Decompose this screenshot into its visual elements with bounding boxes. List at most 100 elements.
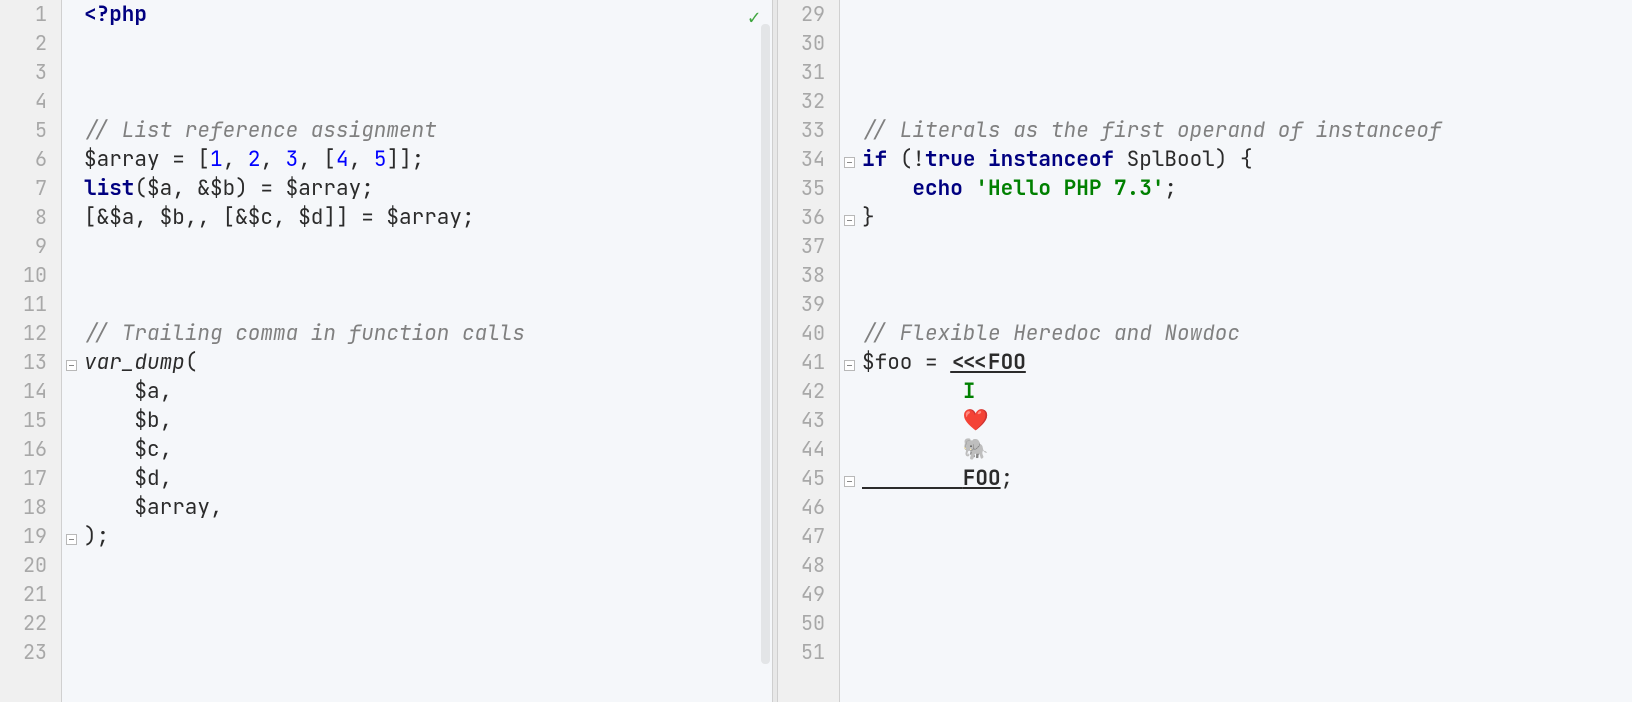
code-line[interactable] [84,551,772,580]
code-line[interactable] [862,580,1632,609]
line-number[interactable]: 17 [0,464,61,493]
fold-end-icon[interactable] [844,476,855,487]
line-number[interactable]: 23 [0,638,61,667]
fold-open-icon[interactable] [844,360,855,371]
code-line[interactable] [84,232,772,261]
code-line[interactable] [84,290,772,319]
fold-open-icon[interactable] [66,360,77,371]
code-line[interactable] [862,522,1632,551]
line-number[interactable]: 21 [0,580,61,609]
line-number[interactable]: 36 [778,203,839,232]
line-number[interactable]: 39 [778,290,839,319]
scrollbar-thumb-left[interactable] [761,24,770,664]
line-number[interactable]: 1 [0,0,61,29]
code-line[interactable]: var_dump( [84,348,772,377]
fold-end-icon[interactable] [66,534,77,545]
line-number[interactable]: 41 [778,348,839,377]
code-line[interactable]: $d, [84,464,772,493]
line-number[interactable]: 42 [778,377,839,406]
line-number[interactable]: 47 [778,522,839,551]
fold-open-icon[interactable] [844,157,855,168]
line-number[interactable]: 50 [778,609,839,638]
code-line[interactable] [84,87,772,116]
code-line[interactable]: } [862,203,1632,232]
code-line[interactable]: // List reference assignment [84,116,772,145]
line-number[interactable]: 35 [778,174,839,203]
line-number[interactable]: 20 [0,551,61,580]
line-number[interactable]: 44 [778,435,839,464]
line-number[interactable]: 14 [0,377,61,406]
code-line[interactable]: $array, [84,493,772,522]
line-number[interactable]: 37 [778,232,839,261]
code-line[interactable]: $c, [84,435,772,464]
code-line[interactable]: [&$a, $b,, [&$c, $d]] = $array; [84,203,772,232]
code-line[interactable] [84,638,772,667]
code-line[interactable]: // Literals as the first operand of inst… [862,116,1632,145]
code-line[interactable]: list($a, &$b) = $array; [84,174,772,203]
code-line[interactable]: ❤️ [862,406,1632,435]
code-line[interactable]: 🐘 [862,435,1632,464]
line-number[interactable]: 40 [778,319,839,348]
line-number[interactable]: 11 [0,290,61,319]
line-number[interactable]: 15 [0,406,61,435]
line-gutter-left[interactable]: 1234567891011121314151617181920212223 [0,0,62,702]
line-number[interactable]: 31 [778,58,839,87]
code-line[interactable]: // Flexible Heredoc and Nowdoc [862,319,1632,348]
code-line[interactable]: $b, [84,406,772,435]
code-line[interactable] [862,87,1632,116]
line-number[interactable]: 5 [0,116,61,145]
line-number[interactable]: 8 [0,203,61,232]
line-number[interactable]: 18 [0,493,61,522]
line-number[interactable]: 30 [778,29,839,58]
line-number[interactable]: 48 [778,551,839,580]
code-line[interactable] [84,609,772,638]
code-line[interactable]: I [862,377,1632,406]
code-line[interactable] [84,29,772,58]
line-number[interactable]: 49 [778,580,839,609]
code-line[interactable] [84,261,772,290]
code-line[interactable] [862,609,1632,638]
line-number[interactable]: 32 [778,87,839,116]
line-number[interactable]: 22 [0,609,61,638]
code-area-left[interactable]: ✓ <?php // List reference assignment$arr… [80,0,772,702]
fold-end-icon[interactable] [844,215,855,226]
line-number[interactable]: 6 [0,145,61,174]
line-number[interactable]: 51 [778,638,839,667]
line-number[interactable]: 13 [0,348,61,377]
code-line[interactable]: if (!true instanceof SplBool) { [862,145,1632,174]
code-line[interactable] [862,232,1632,261]
code-line[interactable]: ); [84,522,772,551]
line-number[interactable]: 7 [0,174,61,203]
line-number[interactable]: 29 [778,0,839,29]
code-line[interactable] [862,261,1632,290]
line-number[interactable]: 43 [778,406,839,435]
code-line[interactable] [862,0,1632,29]
code-line[interactable]: FOO; [862,464,1632,493]
code-line[interactable]: $foo = <<<FOO [862,348,1632,377]
code-line[interactable] [862,638,1632,667]
line-number[interactable]: 16 [0,435,61,464]
code-line[interactable]: // Trailing comma in function calls [84,319,772,348]
code-line[interactable]: $a, [84,377,772,406]
line-number[interactable]: 19 [0,522,61,551]
line-number[interactable]: 46 [778,493,839,522]
code-line[interactable]: $array = [1, 2, 3, [4, 5]]; [84,145,772,174]
line-number[interactable]: 10 [0,261,61,290]
code-line[interactable] [862,290,1632,319]
code-area-right[interactable]: // Literals as the first operand of inst… [858,0,1632,702]
code-line[interactable] [84,580,772,609]
fold-column-left[interactable] [62,0,80,702]
line-number[interactable]: 33 [778,116,839,145]
line-number[interactable]: 45 [778,464,839,493]
code-line[interactable] [862,493,1632,522]
line-number[interactable]: 2 [0,29,61,58]
line-gutter-right[interactable]: 2930313233343536373839404142434445464748… [778,0,840,702]
code-line[interactable] [84,58,772,87]
code-line[interactable] [862,29,1632,58]
line-number[interactable]: 12 [0,319,61,348]
line-number[interactable]: 34 [778,145,839,174]
code-line[interactable]: echo 'Hello PHP 7.3'; [862,174,1632,203]
code-line[interactable] [862,551,1632,580]
line-number[interactable]: 38 [778,261,839,290]
fold-column-right[interactable] [840,0,858,702]
